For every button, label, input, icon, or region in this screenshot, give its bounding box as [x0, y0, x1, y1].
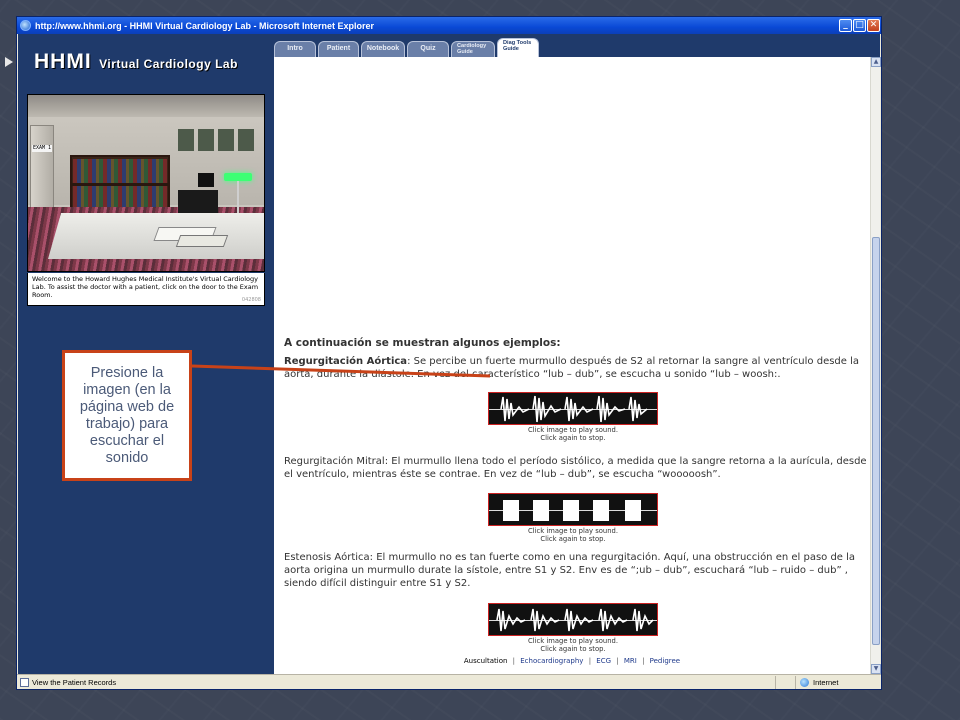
aortic-regurgitation-sound-waveform[interactable]: [488, 392, 658, 425]
status-bar: View the Patient Records Internet: [17, 674, 881, 689]
nav-separator: |: [588, 657, 592, 665]
nav-mri[interactable]: MRI: [624, 657, 637, 665]
security-cell: [775, 675, 795, 689]
notebook[interactable]: [175, 235, 229, 247]
tab-patient[interactable]: Patient: [318, 41, 359, 57]
image-code: 042808: [241, 297, 261, 303]
computer-monitor: [198, 173, 214, 187]
tab-diag-tools-guide[interactable]: Diag Tools Guide: [497, 38, 539, 57]
examples-heading: A continuación se muestran algunos ejemp…: [284, 337, 561, 349]
exam-room-door[interactable]: [30, 125, 54, 215]
brand-subtitle: Virtual Cardiology Lab: [99, 57, 238, 71]
aortic-regurgitation-text: Regurgitación Aórtica: Se percibe un fue…: [284, 355, 870, 381]
diagnostic-tools-nav: Auscultation | Echocardiography | ECG | …: [274, 657, 870, 665]
window-title: http://www.hhmi.org - HHMI Virtual Cardi…: [35, 20, 375, 31]
sound-caption: Click image to play sound. Click again t…: [488, 637, 658, 653]
brand-title: HHMI: [34, 50, 92, 73]
vertical-scrollbar[interactable]: ▲ ▼: [870, 57, 881, 674]
waveform-graphic: [489, 608, 657, 632]
wall-frames: [178, 129, 258, 151]
desk-lamp-icon: [224, 173, 252, 181]
sound-caption-line2: Click again to stop.: [540, 434, 606, 442]
security-zone: Internet: [795, 675, 881, 689]
nav-echocardiography[interactable]: Echocardiography: [520, 657, 583, 665]
example-name: Regurgitación Aórtica: [284, 356, 408, 367]
nav-pedigree[interactable]: Pedigree: [650, 657, 680, 665]
sound-caption-line2: Click again to stop.: [540, 535, 606, 543]
tab-notebook[interactable]: Notebook: [361, 41, 405, 57]
lab-ceiling: [28, 95, 264, 117]
callout-text: Presione la imagen (en la página web de …: [79, 364, 175, 466]
waveform-graphic: [489, 395, 657, 423]
tab-bar: Intro Patient Notebook Quiz Cardiology G…: [274, 38, 880, 57]
virtual-lab-image[interactable]: EXAM 1: [27, 94, 265, 272]
sound-caption: Click image to play sound. Click again t…: [488, 527, 658, 543]
page-icon: [20, 677, 29, 687]
maximize-button[interactable]: □: [853, 19, 866, 32]
main-content: A continuación se muestran algunos ejemp…: [274, 57, 870, 674]
close-button[interactable]: ✕: [867, 19, 880, 32]
nav-separator: |: [512, 657, 516, 665]
aortic-stenosis-sound-waveform[interactable]: [488, 603, 658, 636]
sound-caption-line2: Click again to stop.: [540, 645, 606, 653]
scroll-down-arrow-icon[interactable]: ▼: [871, 664, 881, 674]
title-bar: http://www.hhmi.org - HHMI Virtual Cardi…: [17, 17, 881, 34]
waveform-graphic: [489, 500, 657, 521]
shelf-divider: [70, 183, 170, 186]
tab-intro[interactable]: Intro: [274, 41, 316, 57]
mitral-regurgitation-sound-waveform[interactable]: [488, 493, 658, 526]
mitral-regurgitation-text: Regurgitación Mitral: El murmullo llena …: [284, 456, 867, 480]
welcome-message: Welcome to the Howard Hughes Medical Ins…: [27, 273, 265, 306]
nav-auscultation[interactable]: Auscultation: [464, 657, 508, 665]
sound-caption-line1: Click image to play sound.: [527, 527, 618, 535]
nav-separator: |: [642, 657, 645, 665]
tab-quiz[interactable]: Quiz: [407, 41, 449, 57]
internet-explorer-icon: [20, 20, 31, 31]
nav-separator: |: [616, 657, 619, 665]
welcome-text: Welcome to the Howard Hughes Medical Ins…: [32, 275, 259, 299]
scroll-up-arrow-icon[interactable]: ▲: [871, 57, 881, 67]
slide-bullet-icon: [5, 57, 13, 67]
callout-box: Presione la imagen (en la página web de …: [62, 350, 192, 481]
hhmi-logo: HHMI Virtual Cardiology Lab: [34, 50, 238, 74]
tab-label-line2: Guide: [503, 46, 519, 52]
zone-label: Internet: [813, 677, 839, 687]
minimize-button[interactable]: _: [839, 19, 852, 32]
tab-cardiology-guide[interactable]: Cardiology Guide: [451, 41, 495, 57]
sound-caption-line1: Click image to play sound.: [527, 426, 618, 434]
exam-room-sign: EXAM 1: [32, 145, 52, 152]
tab-label-line2: Guide: [457, 49, 473, 55]
sound-caption-line1: Click image to play sound.: [527, 637, 618, 645]
aortic-stenosis-text: Estenosis Aórtica: El murmullo no es tan…: [284, 552, 856, 589]
nav-ecg[interactable]: ECG: [596, 657, 611, 665]
sound-caption: Click image to play sound. Click again t…: [488, 426, 658, 442]
status-text: View the Patient Records: [32, 677, 117, 687]
globe-icon: [800, 677, 809, 687]
scrollbar-thumb[interactable]: [872, 237, 880, 645]
